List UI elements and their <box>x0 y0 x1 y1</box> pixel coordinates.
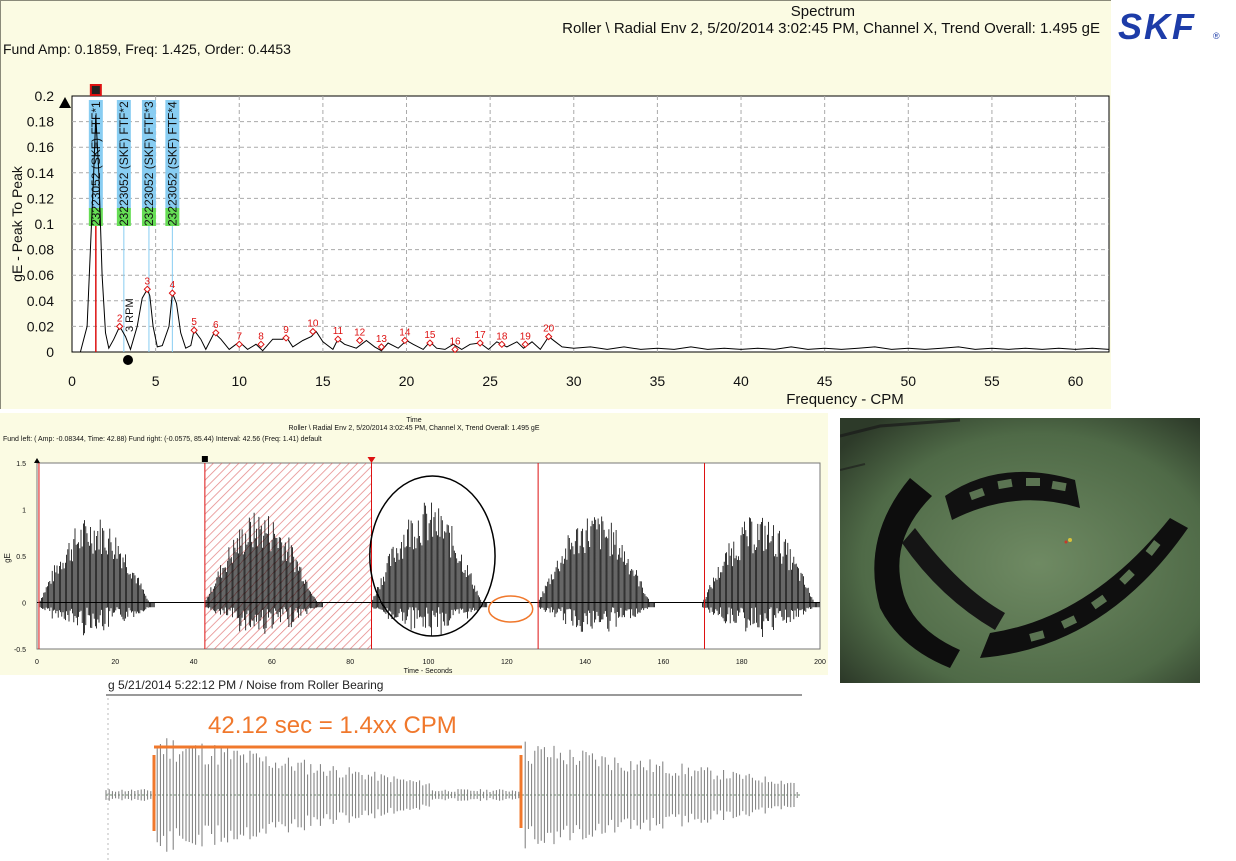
scale-triangle-icon <box>59 97 71 108</box>
y-tick-label: 0.06 <box>27 267 54 283</box>
time-x-tick-label: 160 <box>658 659 670 666</box>
y-tick-label: 0.14 <box>27 165 54 181</box>
x-tick-label: 55 <box>984 373 1000 389</box>
time-x-tick-label: 60 <box>268 659 276 666</box>
floor-speck <box>1064 540 1068 544</box>
time-waveform-chart: -0.5 0 0.5 1 1.5 0 20 40 60 80 100 120 140 160 180 200 T… <box>3 456 826 675</box>
noise-signal-path <box>105 738 798 852</box>
y-tick-label: 0.2 <box>35 88 55 104</box>
time-scale-triangle-icon <box>34 458 40 463</box>
y-tick-label: 0.16 <box>27 139 54 155</box>
peak-label: 2 <box>117 313 123 324</box>
x-tick-label: 60 <box>1068 373 1084 389</box>
y-tick-label: 0.02 <box>27 318 54 334</box>
peak-label: 19 <box>520 331 532 342</box>
x-tick-label: 30 <box>566 373 582 389</box>
x-tick-label: 25 <box>482 373 498 389</box>
time-x-axis-label: Time - Seconds <box>404 668 453 675</box>
y-tick-label: 0 <box>46 344 54 360</box>
highlight-interval <box>204 463 372 649</box>
noise-waveform: g 5/21/2014 5:22:12 PM / Noise from Roll… <box>105 678 802 861</box>
time-cursor-marker-red <box>367 457 376 463</box>
y-tick-label: 0.08 <box>27 242 54 258</box>
noise-header: g 5/21/2014 5:22:12 PM / Noise from Roll… <box>108 678 383 692</box>
peak-label: 8 <box>258 331 264 342</box>
fault-frequency-label: 23223052 (SKF) FTF*4 <box>165 101 179 226</box>
fault-frequency-label: 23223052 (SKF) FTF*2 <box>117 101 131 226</box>
time-y-tick-label: 0 <box>22 601 26 608</box>
rpm-marker-dot <box>123 355 133 365</box>
peak-label: 7 <box>236 331 242 342</box>
time-x-tick-label: 120 <box>501 659 513 666</box>
fault-frequency-label: 23223052 (SKF) FTF*3 <box>142 101 156 226</box>
peak-label: 11 <box>333 326 344 337</box>
time-plot-area <box>36 462 821 650</box>
time-y-tick-label: 1 <box>22 508 26 515</box>
x-tick-label: 20 <box>399 373 415 389</box>
peak-label: 6 <box>213 320 219 331</box>
peak-label: 14 <box>399 327 411 338</box>
time-cursor-marker <box>201 456 208 462</box>
peak-label: 15 <box>424 330 436 341</box>
y-tick-label: 0.1 <box>35 216 55 232</box>
y-tick-label: 0.18 <box>27 114 54 130</box>
noise-signal <box>105 738 800 852</box>
x-axis-label: Frequency - CPM <box>786 391 904 408</box>
x-tick-label: 45 <box>817 373 833 389</box>
rpm-annotation: 3 RPM <box>124 298 136 332</box>
x-tick-label: 15 <box>315 373 331 389</box>
peak-label: 18 <box>496 331 508 342</box>
broken-cage-photo <box>840 418 1200 683</box>
time-x-tick-label: 100 <box>423 659 435 666</box>
y-axis-label: gE - Peak To Peak <box>9 165 25 282</box>
time-x-tick-label: 20 <box>111 659 119 666</box>
skf-logo: SKF ® <box>1118 10 1220 44</box>
time-y-tick-label: 1.5 <box>16 461 26 468</box>
x-tick-label: 40 <box>733 373 749 389</box>
peak-label: 9 <box>283 325 289 336</box>
x-tick-label: 0 <box>68 373 76 389</box>
peak-label: 20 <box>543 324 555 335</box>
peak-label: 5 <box>191 317 197 328</box>
registered-mark: ® <box>1213 31 1220 41</box>
time-x-tick-label: 140 <box>579 659 591 666</box>
time-x-tick-label: 180 <box>736 659 748 666</box>
floor-speck <box>1068 538 1072 542</box>
spectrum-chart: 0 0.02 0.04 0.06 0.08 0.1 0.12 0.14 0.16 0.18 0.2 0… <box>9 84 1110 408</box>
time-x-tick-label: 200 <box>814 659 826 666</box>
peak-label: 17 <box>475 330 487 341</box>
cursor-marker <box>89 84 102 96</box>
peak-label: 13 <box>376 334 388 345</box>
logo-text: SKF <box>1118 10 1196 44</box>
time-x-tick-label: 0 <box>35 659 39 666</box>
x-tick-label: 10 <box>231 373 247 389</box>
x-tick-label: 5 <box>152 373 160 389</box>
time-y-axis-label: gE <box>3 553 12 563</box>
time-x-tick-label: 40 <box>190 659 198 666</box>
peak-label: 12 <box>354 327 366 338</box>
peak-label: 16 <box>449 336 461 347</box>
noise-annotation: 42.12 sec = 1.4xx CPM <box>208 712 457 739</box>
peak-label: 3 <box>144 276 150 287</box>
peak-label: 4 <box>170 280 176 291</box>
y-tick-label: 0.12 <box>27 190 54 206</box>
time-y-tick-label: 0.5 <box>16 554 26 561</box>
time-y-tick-label: -0.5 <box>14 647 26 654</box>
peak-label: 10 <box>307 319 319 330</box>
time-x-tick-label: 80 <box>346 659 354 666</box>
x-tick-label: 50 <box>901 373 917 389</box>
y-tick-label: 0.04 <box>27 293 54 309</box>
x-tick-label: 35 <box>650 373 666 389</box>
